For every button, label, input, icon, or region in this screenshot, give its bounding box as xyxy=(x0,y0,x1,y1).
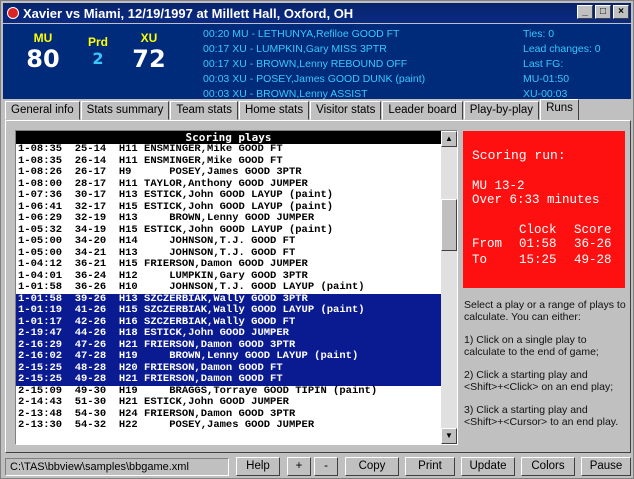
tab-general-info[interactable]: General info xyxy=(5,101,80,120)
recent-plays-log: 00:20 MU - LETHUNYA,Refiloe GOOD FT 00:1… xyxy=(203,27,425,102)
from-clock: 01:58 xyxy=(519,237,557,251)
play-row[interactable]: 1-01:58 36-26 H10 JOHNSON,T.J. GOOD LAYU… xyxy=(16,281,441,294)
period: Prd 2 xyxy=(81,35,115,68)
help-step-3: 3) Click a starting play and <Shift>+<Cu… xyxy=(464,404,619,428)
zoom-out-button[interactable]: - xyxy=(314,457,338,476)
zoom-in-button[interactable]: + xyxy=(287,457,311,476)
help-step-2: 2) Click a starting play and <Shift>+<Cl… xyxy=(464,369,614,393)
play-row[interactable]: 1-05:00 34-20 H14 JOHNSON,T.J. GOOD FT xyxy=(16,235,441,248)
pause-button[interactable]: Pause xyxy=(581,457,631,476)
window-title: Xavier vs Miami, 12/19/1997 at Millett H… xyxy=(23,5,354,21)
colors-button[interactable]: Colors xyxy=(521,457,575,476)
app-icon[interactable] xyxy=(7,7,19,19)
lead-changes-stat: Lead changes: 0 xyxy=(523,43,601,55)
tab-play-by-play[interactable]: Play-by-play xyxy=(463,101,540,120)
tab-stats-summary[interactable]: Stats summary xyxy=(80,101,170,120)
score-header: Score xyxy=(574,223,612,237)
tab-runs[interactable]: Runs xyxy=(540,99,579,120)
ties-stat: Ties: 0 xyxy=(523,28,555,40)
play-row[interactable]: 1-08:26 26-17 H9 POSEY,James GOOD 3PTR xyxy=(16,166,441,179)
tab-bar: General info Stats summary Team stats Ho… xyxy=(5,99,580,121)
file-path: C:\TAS\bbview\samples\bbgame.xml xyxy=(5,458,229,476)
play-row[interactable]: 1-01:19 41-26 H15 SZCZERBIAK,Wally GOOD … xyxy=(16,304,441,317)
to-score: 49-28 xyxy=(574,253,612,267)
last-fg-label: Last FG: xyxy=(523,58,564,70)
log-line: 00:03 XU - POSEY,James GOOD DUNK (paint) xyxy=(203,73,426,85)
log-line: 00:03 XU - BROWN,Lenny ASSIST xyxy=(203,88,368,100)
scroll-down-icon[interactable]: ▼ xyxy=(441,428,457,444)
home-team: MU 80 xyxy=(23,31,63,73)
scroll-up-icon[interactable]: ▲ xyxy=(441,131,457,147)
scroll-thumb[interactable] xyxy=(441,199,457,251)
copy-button[interactable]: Copy xyxy=(345,457,399,476)
play-row[interactable]: 1-08:35 25-14 H11 ENSMINGER,Mike GOOD FT xyxy=(16,143,441,156)
clock-header: Clock xyxy=(519,223,557,237)
play-row[interactable]: 2-13:30 54-32 H22 POSEY,James GOOD JUMPE… xyxy=(16,419,441,432)
period-label: Prd xyxy=(87,35,108,49)
run-score: MU 13-2 xyxy=(472,179,525,193)
print-button[interactable]: Print xyxy=(405,457,455,476)
log-line: 00:17 XU - BROWN,Lenny REBOUND OFF xyxy=(203,58,408,70)
vertical-scrollbar[interactable]: ▲ ▼ xyxy=(441,131,457,444)
update-button[interactable]: Update xyxy=(461,457,515,476)
tab-visitor-stats[interactable]: Visitor stats xyxy=(310,101,382,120)
to-clock: 15:25 xyxy=(519,253,557,267)
help-text: Select a play or a range of plays to cal… xyxy=(464,299,629,439)
from-score: 36-26 xyxy=(574,237,612,251)
scoreboard: MU 80 Prd 2 XU 72 00:20 MU - LETHUNYA,Re… xyxy=(3,24,631,102)
from-label: From xyxy=(472,237,503,251)
help-intro: Select a play or a range of plays to cal… xyxy=(464,299,626,323)
period-value: 2 xyxy=(92,49,104,68)
run-title: Scoring run: xyxy=(472,148,566,163)
run-duration: Over 6:33 minutes xyxy=(472,193,600,207)
tab-leader-board[interactable]: Leader board xyxy=(382,101,463,120)
to-label: To xyxy=(472,253,488,267)
game-stats: Ties: 0 Lead changes: 0 Last FG: MU-01:5… xyxy=(523,27,601,102)
list-rows: 1-08:35 25-14 H11 ENSMINGER,Mike GOOD FT… xyxy=(16,143,441,432)
home-abbr: MU xyxy=(33,31,53,45)
play-row[interactable]: 2-19:47 44-26 H18 ESTICK,John GOOD JUMPE… xyxy=(16,327,441,340)
status-bar: C:\TAS\bbview\samples\bbgame.xml Help + … xyxy=(3,456,633,478)
title-bar[interactable]: Xavier vs Miami, 12/19/1997 at Millett H… xyxy=(3,3,631,23)
last-fg-home: MU-01:50 xyxy=(523,73,570,85)
play-row[interactable]: 1-07:36 30-17 H13 ESTICK,John GOOD LAYUP… xyxy=(16,189,441,202)
home-score: 80 xyxy=(26,45,60,73)
scoring-run-box: Scoring run: MU 13-2 Over 6:33 minutes C… xyxy=(463,131,625,288)
help-button[interactable]: Help xyxy=(236,457,280,476)
scoring-plays-list[interactable]: Scoring plays 1-08:35 25-14 H11 ENSMINGE… xyxy=(15,130,458,445)
tab-home-stats[interactable]: Home stats xyxy=(238,101,310,120)
log-line: 00:17 XU - LUMPKIN,Gary MISS 3PTR xyxy=(203,43,387,55)
away-score: 72 xyxy=(132,45,166,73)
play-row[interactable]: 2-15:25 49-28 H21 FRIERSON,Damon GOOD FT xyxy=(16,373,441,386)
away-team: XU 72 xyxy=(129,31,169,73)
play-row[interactable]: 1-04:12 36-21 H15 FRIERSON,Damon GOOD JU… xyxy=(16,258,441,271)
tab-team-stats[interactable]: Team stats xyxy=(170,101,238,120)
minimize-button[interactable]: _ xyxy=(577,5,593,19)
play-row[interactable]: 2-14:43 51-30 H21 ESTICK,John GOOD JUMPE… xyxy=(16,396,441,409)
maximize-button[interactable]: □ xyxy=(595,5,611,19)
help-step-1: 1) Click on a single play to calculate t… xyxy=(464,334,599,358)
log-line: 00:20 MU - LETHUNYA,Refiloe GOOD FT xyxy=(203,28,400,40)
close-button[interactable]: × xyxy=(613,5,629,19)
play-row[interactable]: 2-16:02 47-28 H19 BROWN,Lenny GOOD LAYUP… xyxy=(16,350,441,363)
away-abbr: XU xyxy=(140,31,158,45)
app-window: Xavier vs Miami, 12/19/1997 at Millett H… xyxy=(0,0,634,479)
play-row[interactable]: 1-06:29 32-19 H13 BROWN,Lenny GOOD JUMPE… xyxy=(16,212,441,225)
